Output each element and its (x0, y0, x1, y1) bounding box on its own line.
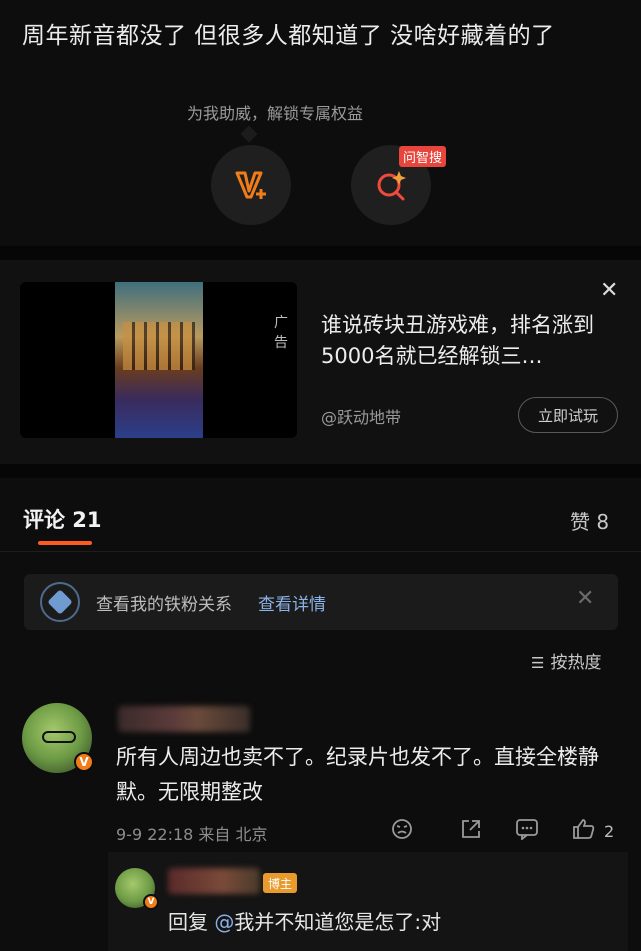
game-screenshot (115, 282, 203, 438)
comment-meta: 9-9 22:18 来自 北京 (116, 825, 268, 844)
close-icon[interactable]: ✕ (600, 278, 618, 303)
fan-relation-bar[interactable]: 查看我的铁粉关系 查看详情 ✕ (24, 574, 618, 630)
reply-thread[interactable] (108, 852, 628, 951)
ad-title[interactable]: 谁说砖块丑游戏难，排名涨到5000名就已经解锁三… (321, 310, 621, 372)
boost-caret (240, 125, 258, 143)
reply-username-blurred[interactable] (168, 868, 260, 894)
sort-by-hot-button[interactable]: ☰ 按热度 (531, 648, 601, 673)
tab-divider (0, 551, 641, 552)
reply-mention[interactable]: @ (214, 910, 234, 934)
avatar-glasses (42, 731, 76, 743)
boost-hint: 为我助威，解锁专属权益 (187, 104, 364, 123)
dislike-icon[interactable] (391, 818, 413, 845)
username-blurred[interactable] (118, 706, 250, 732)
section-divider (0, 246, 641, 260)
fan-relation-text: 查看我的铁粉关系 (96, 595, 232, 615)
share-icon[interactable] (460, 818, 482, 845)
sparkle-search-icon (377, 171, 406, 201)
reply-text[interactable]: 回复 @我并不知道您是怎了:对 (168, 906, 441, 935)
like-count: 2 (604, 822, 615, 841)
reply-body: 我并不知道您是怎了:对 (234, 910, 442, 934)
close-icon[interactable]: ✕ (576, 586, 594, 611)
verified-badge: V (143, 894, 159, 910)
try-now-button[interactable]: 立即试玩 (518, 397, 618, 433)
comment-text[interactable]: 所有人周边也卖不了。纪录片也发不了。直接全楼静默。无限期整改 (116, 740, 616, 810)
boost-v-button[interactable] (211, 145, 291, 225)
like-icon[interactable] (572, 818, 596, 845)
v-plus-icon (235, 171, 266, 199)
reply-comment-icon[interactable] (515, 818, 539, 845)
blogger-badge: 博主 (263, 873, 298, 893)
tab-comments[interactable]: 评论 21 (23, 504, 102, 534)
tab-likes[interactable]: 赞 8 (570, 506, 609, 535)
post-text: 周年新音都没了 但很多人都知道了 没啥好藏着的了 (22, 23, 555, 49)
ad-video-thumbnail[interactable]: 广告 (20, 282, 297, 438)
active-tab-indicator (38, 541, 92, 545)
sort-icon: ☰ (531, 654, 545, 672)
ad-source[interactable]: @跃动地带 (321, 404, 401, 428)
ad-label: 广告 (274, 315, 288, 351)
sort-label: 按热度 (550, 653, 602, 673)
smart-search-badge: 问智搜 (399, 146, 447, 167)
view-details-link[interactable]: 查看详情 (258, 590, 326, 615)
section-divider (0, 464, 641, 478)
reply-prefix: 回复 (168, 910, 208, 934)
diamond-icon (40, 582, 80, 622)
verified-badge: V (74, 752, 94, 772)
